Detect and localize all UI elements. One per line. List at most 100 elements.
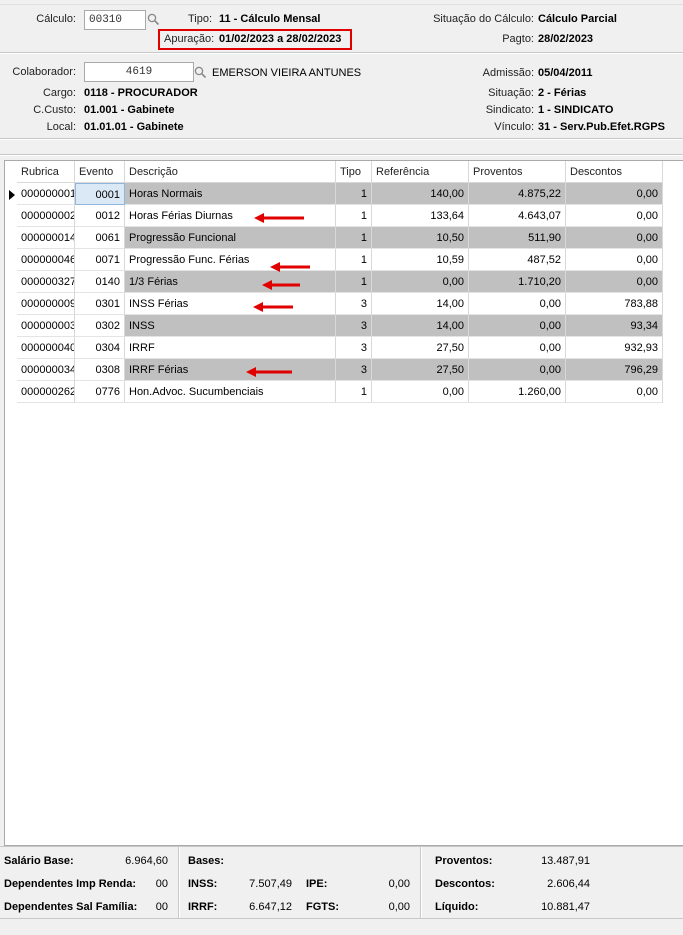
- cell-descontos[interactable]: 0,00: [566, 227, 663, 249]
- cell-proventos[interactable]: 0,00: [469, 293, 566, 315]
- cell-descricao[interactable]: IRRF: [125, 337, 336, 359]
- cell-evento[interactable]: 0012: [75, 205, 125, 227]
- calculo-input[interactable]: 00310: [84, 10, 146, 30]
- cell-rubrica[interactable]: 000000003: [17, 315, 75, 337]
- col-header-descontos[interactable]: Descontos: [566, 161, 663, 183]
- cell-referencia[interactable]: 27,50: [372, 337, 469, 359]
- cell-proventos[interactable]: 0,00: [469, 315, 566, 337]
- cell-referencia[interactable]: 140,00: [372, 183, 469, 205]
- cell-tipo[interactable]: 1: [336, 249, 372, 271]
- col-header-referencia[interactable]: Referência: [372, 161, 469, 183]
- colaborador-input[interactable]: 4619: [84, 62, 194, 82]
- col-header-tipo[interactable]: Tipo: [336, 161, 372, 183]
- cell-descricao[interactable]: INSS Férias: [125, 293, 336, 315]
- cell-proventos[interactable]: 1.260,00: [469, 381, 566, 403]
- cell-tipo[interactable]: 1: [336, 381, 372, 403]
- sindicato-value: 1 - SINDICATO: [538, 104, 614, 116]
- cell-referencia[interactable]: 0,00: [372, 381, 469, 403]
- calculo-input-value: 00310: [89, 14, 123, 26]
- table-row[interactable]: 000000327 0140 1/3 Férias 1 0,00 1.710,20 0,00: [5, 271, 665, 293]
- cell-tipo[interactable]: 1: [336, 227, 372, 249]
- cell-descricao[interactable]: Progressão Funcional: [125, 227, 336, 249]
- cell-evento[interactable]: 0776: [75, 381, 125, 403]
- header-separator: [0, 52, 683, 54]
- cell-tipo[interactable]: 3: [336, 293, 372, 315]
- cell-referencia[interactable]: 14,00: [372, 293, 469, 315]
- calculo-search-icon[interactable]: [145, 11, 162, 28]
- cell-proventos[interactable]: 0,00: [469, 359, 566, 381]
- events-grid[interactable]: Rubrica Evento Descrição Tipo Referência…: [4, 160, 683, 846]
- cell-descricao[interactable]: IRRF Férias: [125, 359, 336, 381]
- cell-referencia[interactable]: 0,00: [372, 271, 469, 293]
- colaborador-search-icon[interactable]: [192, 64, 209, 81]
- cell-descontos[interactable]: 0,00: [566, 381, 663, 403]
- cell-descontos[interactable]: 0,00: [566, 271, 663, 293]
- cell-evento[interactable]: 0061: [75, 227, 125, 249]
- cell-descricao[interactable]: Hon.Advoc. Sucumbenciais: [125, 381, 336, 403]
- table-row[interactable]: 000000034 0308 IRRF Férias 3 27,50 0,00 796,29: [5, 359, 665, 381]
- cell-proventos[interactable]: 0,00: [469, 337, 566, 359]
- table-row[interactable]: 000000003 0302 INSS 3 14,00 0,00 93,34: [5, 315, 665, 337]
- cell-descontos[interactable]: 0,00: [566, 249, 663, 271]
- cell-descontos[interactable]: 796,29: [566, 359, 663, 381]
- table-row[interactable]: 000000002 0012 Horas Férias Diurnas 1 133,64…: [5, 205, 665, 227]
- table-row[interactable]: 000000046 0071 Progressão Func. Férias 1 10,…: [5, 249, 665, 271]
- cell-descontos[interactable]: 783,88: [566, 293, 663, 315]
- cell-tipo[interactable]: 3: [336, 337, 372, 359]
- cell-referencia[interactable]: 27,50: [372, 359, 469, 381]
- cell-descontos[interactable]: 0,00: [566, 183, 663, 205]
- cell-rubrica[interactable]: 000000002: [17, 205, 75, 227]
- cell-descricao[interactable]: Horas Normais: [125, 183, 336, 205]
- cell-rubrica[interactable]: 000000014: [17, 227, 75, 249]
- employee-separator: [0, 138, 683, 140]
- cell-tipo[interactable]: 3: [336, 315, 372, 337]
- cell-evento[interactable]: 0301: [75, 293, 125, 315]
- cell-evento[interactable]: 0140: [75, 271, 125, 293]
- cell-descontos[interactable]: 93,34: [566, 315, 663, 337]
- cell-referencia[interactable]: 10,50: [372, 227, 469, 249]
- col-header-descricao[interactable]: Descrição: [125, 161, 336, 183]
- ccusto-value: 01.001 - Gabinete: [84, 104, 175, 116]
- table-row[interactable]: 000000040 0304 IRRF 3 27,50 0,00 932,93: [5, 337, 665, 359]
- cell-rubrica[interactable]: 000000001: [17, 183, 75, 205]
- cell-referencia[interactable]: 133,64: [372, 205, 469, 227]
- cell-descontos[interactable]: 0,00: [566, 205, 663, 227]
- cell-proventos[interactable]: 4.643,07: [469, 205, 566, 227]
- situacao-value: 2 - Férias: [538, 87, 587, 99]
- cell-descricao[interactable]: 1/3 Férias: [125, 271, 336, 293]
- cell-referencia[interactable]: 14,00: [372, 315, 469, 337]
- table-row[interactable]: 000000014 0061 Progressão Funcional 1 10,50 5…: [5, 227, 665, 249]
- cell-evento[interactable]: 0302: [75, 315, 125, 337]
- cell-referencia[interactable]: 10,59: [372, 249, 469, 271]
- proventos-total-label: Proventos:: [435, 855, 493, 867]
- cell-tipo[interactable]: 1: [336, 205, 372, 227]
- cell-rubrica[interactable]: 000000262: [17, 381, 75, 403]
- cell-proventos[interactable]: 511,90: [469, 227, 566, 249]
- table-row[interactable]: 000000001 0001 Horas Normais 1 140,00 4.875,2…: [5, 183, 665, 205]
- cell-proventos[interactable]: 4.875,22: [469, 183, 566, 205]
- cell-proventos[interactable]: 1.710,20: [469, 271, 566, 293]
- cell-tipo[interactable]: 1: [336, 271, 372, 293]
- col-header-evento[interactable]: Evento: [75, 161, 125, 183]
- apuracao-value: 01/02/2023 a 28/02/2023: [219, 33, 342, 45]
- cell-rubrica[interactable]: 000000040: [17, 337, 75, 359]
- cell-evento[interactable]: 0308: [75, 359, 125, 381]
- cell-rubrica[interactable]: 000000034: [17, 359, 75, 381]
- cell-rubrica[interactable]: 000000327: [17, 271, 75, 293]
- col-header-proventos[interactable]: Proventos: [469, 161, 566, 183]
- cell-evento[interactable]: 0304: [75, 337, 125, 359]
- cell-evento[interactable]: 0001: [75, 183, 125, 205]
- table-row[interactable]: 000000009 0301 INSS Férias 3 14,00 0,00 783,88: [5, 293, 665, 315]
- cell-rubrica[interactable]: 000000046: [17, 249, 75, 271]
- cell-evento[interactable]: 0071: [75, 249, 125, 271]
- admissao-label: Admissão:: [482, 67, 534, 79]
- cell-descricao[interactable]: Horas Férias Diurnas: [125, 205, 336, 227]
- cell-descontos[interactable]: 932,93: [566, 337, 663, 359]
- table-row[interactable]: 000000262 0776 Hon.Advoc. Sucumbenciais 1 0,…: [5, 381, 665, 403]
- cell-tipo[interactable]: 3: [336, 359, 372, 381]
- cell-proventos[interactable]: 487,52: [469, 249, 566, 271]
- cell-rubrica[interactable]: 000000009: [17, 293, 75, 315]
- cell-tipo[interactable]: 1: [336, 183, 372, 205]
- cell-descricao[interactable]: INSS: [125, 315, 336, 337]
- col-header-rubrica[interactable]: Rubrica: [17, 161, 75, 183]
